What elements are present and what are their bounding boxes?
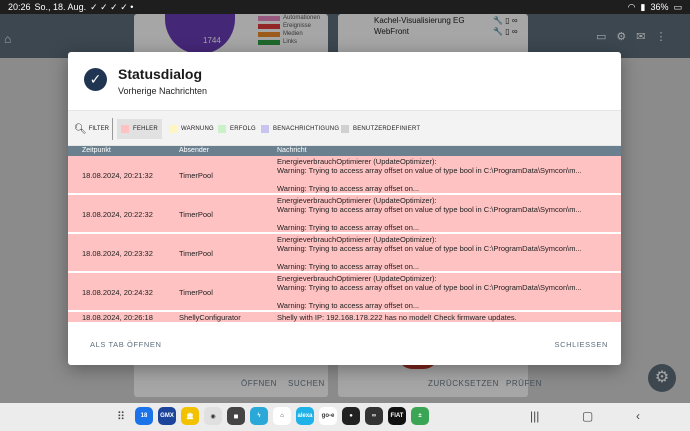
message-line: EnergieverbrauchOptimierer (UpdateOptimi… (277, 196, 437, 205)
cell-sender: ShellyConfigurator (179, 313, 241, 322)
message-line (277, 292, 617, 301)
fiat-icon[interactable]: FIAT (388, 407, 406, 425)
message-line (277, 175, 617, 184)
message-line: Warning: Trying to access array offset o… (277, 223, 420, 232)
column-message[interactable]: Nachricht (277, 147, 307, 154)
filter-bar: 🔍︎ FILTER FEHLER WARNUNG ERFOLG BENACHRICHT… (68, 110, 621, 146)
cell-sender: TimerPool (179, 249, 213, 258)
bolt-app-icon[interactable]: ϟ (250, 407, 268, 425)
app-dock: ⠿ 18 GMX 🏛 ◉ ◼ ϟ ⌂ alexa go-e ● ∞ FIAT ± (112, 407, 429, 425)
message-line: Warning: Trying to access array offset o… (277, 262, 420, 271)
message-line: Shelly with IP: 192.168.178.222 has no m… (277, 313, 517, 322)
chip-label: BENACHRICHTIGUNG (273, 126, 340, 132)
dialog-header: ✓ Statusdialog Vorherige Nachrichten (68, 52, 621, 106)
wifi-icon: ◠ (627, 1, 636, 12)
table-row[interactable]: 18.08.2024, 20:23:32 TimerPool Energieverb… (68, 234, 621, 272)
close-button[interactable]: SCHLIESSEN (554, 340, 608, 349)
table-row[interactable]: 18.08.2024, 20:24:32 TimerPool Energieverb… (68, 273, 621, 311)
filter-chip-fehler[interactable]: FEHLER (117, 119, 162, 139)
gmx-icon[interactable]: GMX (158, 407, 176, 425)
cell-message: EnergieverbrauchOptimierer (UpdateOptimi… (277, 196, 617, 232)
column-sender[interactable]: Absender (179, 147, 209, 154)
date: So., 18. Aug. (34, 2, 87, 12)
filter-label: FILTER (88, 126, 109, 132)
chip-label: ERFOLG (230, 126, 256, 132)
open-as-tab-button[interactable]: ALS TAB ÖFFNEN (90, 340, 161, 349)
filter-button[interactable]: 🔍︎ FILTER (74, 120, 109, 138)
table-row[interactable]: 18.08.2024, 20:26:18 ShellyConfigurator Sh… (68, 312, 621, 323)
chip-color-swatch (341, 125, 349, 133)
chip-label: WARNUNG (181, 126, 214, 132)
check-circle-icon: ✓ (84, 68, 107, 91)
message-line: Warning: Trying to access array offset o… (277, 244, 582, 253)
cell-message: EnergieverbrauchOptimierer (UpdateOptimi… (277, 235, 617, 271)
filter-divider (112, 118, 113, 140)
column-time[interactable]: Zeitpunkt (82, 147, 111, 154)
message-line: EnergieverbrauchOptimierer (UpdateOptimi… (277, 157, 437, 166)
home-app-icon[interactable]: ⌂ (273, 407, 291, 425)
calculator-icon[interactable]: ± (411, 407, 429, 425)
alexa-icon[interactable]: alexa (296, 407, 314, 425)
message-line: Warning: Trying to access array offset o… (277, 184, 420, 193)
app-grid-icon[interactable]: ⠿ (112, 407, 130, 425)
loop-app-icon[interactable]: ∞ (365, 407, 383, 425)
go-e-icon[interactable]: go-e (319, 407, 337, 425)
cell-time: 18.08.2024, 20:23:32 (82, 249, 153, 258)
camera-app-icon[interactable]: ◉ (204, 407, 222, 425)
cell-time: 18.08.2024, 20:26:18 (82, 313, 153, 322)
filter-chip-benachrichtigung[interactable]: BENACHRICHTIGUNG (257, 119, 343, 139)
status-bar: 20:26 So., 18. Aug. ✓ ✓ ✓ ✓ • ◠ ▮ 36% ▭ (0, 0, 690, 14)
cell-time: 18.08.2024, 20:21:32 (82, 171, 153, 180)
back-icon[interactable]: ‹ (636, 409, 640, 423)
cell-sender: TimerPool (179, 288, 213, 297)
message-line (277, 253, 617, 262)
cell-message: EnergieverbrauchOptimierer (UpdateOptimi… (277, 157, 617, 193)
status-right: ◠ ▮ 36% ▭ (628, 2, 682, 13)
chip-color-swatch (169, 125, 177, 133)
cell-message: EnergieverbrauchOptimierer (UpdateOptimi… (277, 274, 617, 310)
signal-icon: ▮ (640, 1, 646, 12)
media-app-icon[interactable]: ● (342, 407, 360, 425)
recents-icon[interactable]: ||| (530, 409, 539, 423)
battery-level: 36% (650, 2, 669, 12)
message-line: Warning: Trying to access array offset o… (277, 166, 582, 175)
filter-chip-benutzerdefiniert[interactable]: BENUTZERDEFINIERT (337, 119, 424, 139)
home-nav-icon[interactable]: ▢ (582, 409, 593, 423)
chip-color-swatch (121, 125, 129, 133)
message-line: Warning: Trying to access array offset o… (277, 283, 582, 292)
filter-chip-erfolg[interactable]: ERFOLG (214, 119, 260, 139)
message-line (277, 214, 617, 223)
chip-label: BENUTZERDEFINIERT (353, 126, 421, 132)
app-dark-icon[interactable]: ◼ (227, 407, 245, 425)
chip-color-swatch (218, 125, 226, 133)
chip-color-swatch (261, 125, 269, 133)
dialog-subtitle: Vorherige Nachrichten (118, 86, 208, 96)
message-line: Warning: Trying to access array offset o… (277, 205, 582, 214)
status-dialog: ✓ Statusdialog Vorherige Nachrichten 🔍︎ … (68, 52, 621, 365)
notification-icons: ✓ ✓ ✓ ✓ • (90, 1, 134, 12)
clock: 20:26 (8, 2, 31, 12)
message-table[interactable]: 18.08.2024, 20:21:32 TimerPool Energieverb… (68, 156, 621, 324)
cell-message: Shelly with IP: 192.168.178.222 has no m… (277, 313, 617, 322)
table-row[interactable]: 18.08.2024, 20:22:32 TimerPool Energieverb… (68, 195, 621, 233)
cell-sender: TimerPool (179, 171, 213, 180)
table-header: Zeitpunkt Absender Nachricht (68, 146, 621, 156)
calendar-icon[interactable]: 18 (135, 407, 153, 425)
dialog-title: Statusdialog (118, 66, 203, 82)
navigation-bar: ⠿ 18 GMX 🏛 ◉ ◼ ϟ ⌂ alexa go-e ● ∞ FIAT ± ||| ▢ ‹ (0, 403, 690, 431)
cell-sender: TimerPool (179, 210, 213, 219)
table-row[interactable]: 18.08.2024, 20:21:32 TimerPool Energieverb… (68, 156, 621, 194)
bank-icon[interactable]: 🏛 (181, 407, 199, 425)
message-line: EnergieverbrauchOptimierer (UpdateOptimi… (277, 274, 437, 283)
chip-label: FEHLER (133, 126, 158, 132)
cell-time: 18.08.2024, 20:22:32 (82, 210, 153, 219)
filter-chip-warnung[interactable]: WARNUNG (165, 119, 218, 139)
battery-icon: ▭ (673, 1, 682, 12)
dialog-footer: ALS TAB ÖFFNEN SCHLIESSEN (68, 328, 621, 365)
message-line: Warning: Trying to access array offset o… (277, 301, 420, 310)
cell-time: 18.08.2024, 20:24:32 (82, 288, 153, 297)
message-line: EnergieverbrauchOptimierer (UpdateOptimi… (277, 235, 437, 244)
search-icon: 🔍︎ (74, 123, 87, 135)
